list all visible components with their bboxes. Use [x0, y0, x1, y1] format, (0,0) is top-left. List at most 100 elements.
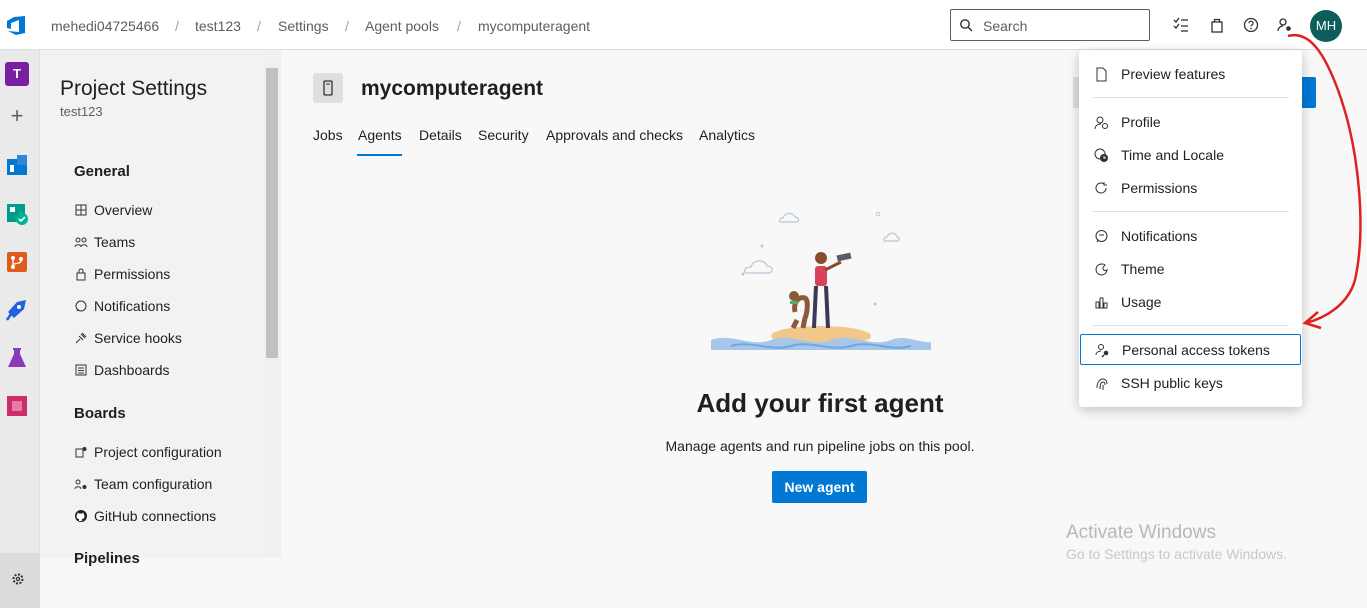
breadcrumb-agent-pools[interactable]: Agent pools [365, 18, 439, 34]
nav-item-label: GitHub connections [94, 508, 217, 524]
pipelines-icon[interactable] [5, 298, 29, 322]
breadcrumb-settings[interactable]: Settings [278, 18, 329, 34]
nav-group-pipelines: Pipelines [74, 550, 140, 567]
gear-icon [12, 573, 24, 585]
menu-item-theme[interactable]: Theme [1079, 254, 1302, 284]
nav-item-label: Overview [94, 202, 153, 218]
menu-divider [1093, 97, 1289, 98]
overview-icon[interactable] [5, 153, 29, 177]
agent-pool-icon [313, 73, 343, 103]
team-config-icon [74, 479, 87, 490]
menu-item-label: Personal access tokens [1122, 342, 1270, 358]
tab-jobs[interactable]: Jobs [313, 127, 343, 143]
azure-devops-logo-icon[interactable] [5, 14, 27, 36]
settings-nav: Project Settings test123 General Overvie… [40, 50, 264, 567]
config-icon [75, 447, 87, 458]
new-agent-header-button[interactable] [1301, 77, 1316, 108]
nav-group-boards: Boards [74, 405, 126, 422]
menu-item-label: Permissions [1121, 180, 1198, 196]
empty-state-illustration [711, 211, 931, 350]
new-agent-button[interactable]: New agent [772, 471, 867, 503]
tab-details[interactable]: Details [419, 127, 462, 143]
active-tab-indicator [357, 154, 402, 156]
project-settings-rail-button[interactable] [0, 553, 40, 608]
marketplace-bag-icon[interactable] [1208, 16, 1226, 34]
nav-item-github-connections[interactable]: GitHub connections [74, 506, 216, 526]
refresh-icon [1095, 182, 1107, 194]
menu-item-usage[interactable]: Usage [1079, 287, 1302, 317]
nav-item-permissions[interactable]: Permissions [74, 264, 170, 284]
nav-group-general: General [74, 163, 130, 180]
search-placeholder: Search [983, 18, 1028, 34]
menu-item-time-and-locale[interactable]: Time and Locale [1079, 140, 1302, 170]
menu-item-preview-features[interactable]: Preview features [1079, 59, 1302, 89]
user-settings-icon[interactable] [1276, 16, 1294, 34]
nav-item-service-hooks[interactable]: Service hooks [74, 328, 182, 348]
breadcrumb-separator: / [345, 18, 349, 34]
nav-item-label: Project configuration [94, 444, 222, 460]
project-badge[interactable]: T [5, 62, 29, 86]
add-icon[interactable]: + [5, 105, 29, 129]
menu-item-label: Preview features [1121, 66, 1226, 82]
nav-item-dashboards[interactable]: Dashboards [74, 360, 170, 380]
nav-item-overview[interactable]: Overview [74, 200, 152, 220]
page-title: Project Settings [60, 77, 208, 100]
tab-agents[interactable]: Agents [358, 127, 402, 143]
fingerprint-key-icon [1096, 378, 1108, 390]
breadcrumb-separator: / [175, 18, 179, 34]
avatar[interactable]: MH [1310, 10, 1342, 42]
nav-item-notifications[interactable]: Notifications [74, 296, 170, 316]
github-icon [75, 510, 87, 522]
menu-item-label: SSH public keys [1121, 375, 1223, 391]
boards-icon[interactable] [5, 202, 29, 226]
menu-divider [1093, 325, 1289, 326]
test-plans-icon[interactable] [5, 346, 29, 370]
top-bar: mehedi04725466 / test123 / Settings / Ag… [0, 0, 1367, 50]
task-list-icon[interactable] [1172, 16, 1190, 34]
clock-globe-icon [1094, 148, 1108, 162]
nav-item-label: Dashboards [94, 362, 170, 378]
repos-icon[interactable] [5, 250, 29, 274]
nav-item-label: Permissions [94, 266, 171, 282]
tab-approvals-and-checks[interactable]: Approvals and checks [546, 127, 683, 143]
lock-icon [76, 268, 86, 281]
menu-item-notifications[interactable]: Notifications [1079, 221, 1302, 251]
plug-icon [75, 332, 87, 344]
agent-pool-title: mycomputeragent [361, 77, 544, 100]
menu-item-label: Usage [1121, 294, 1162, 310]
breadcrumb-org[interactable]: mehedi04725466 [51, 18, 159, 34]
nav-item-project-configuration[interactable]: Project configuration [74, 442, 222, 462]
search-icon [960, 19, 973, 32]
tab-security[interactable]: Security [478, 127, 529, 143]
menu-item-ssh-public-keys[interactable]: SSH public keys [1079, 368, 1302, 398]
search-box[interactable]: Search [950, 9, 1150, 41]
teams-icon [74, 237, 88, 248]
menu-divider [1093, 211, 1289, 212]
document-icon [1096, 67, 1107, 82]
left-rail: T + [0, 50, 40, 608]
menu-item-profile[interactable]: Profile [1079, 107, 1302, 137]
tab-analytics[interactable]: Analytics [699, 127, 755, 143]
nav-item-label: Notifications [94, 298, 171, 314]
menu-item-personal-access-tokens[interactable]: Personal access tokens [1080, 334, 1301, 365]
breadcrumb-project[interactable]: test123 [195, 18, 241, 34]
menu-item-label: Theme [1121, 261, 1165, 277]
chat-icon [1095, 230, 1108, 243]
user-settings-menu: Preview features Profile Time and Locale… [1079, 50, 1302, 407]
breadcrumb-pool[interactable]: mycomputeragent [478, 18, 590, 34]
artifacts-icon[interactable] [5, 394, 29, 418]
theme-icon [1095, 263, 1108, 276]
menu-item-label: Notifications [1121, 228, 1198, 244]
dashboard-icon [75, 364, 87, 376]
help-icon[interactable] [1242, 16, 1260, 34]
nav-item-teams[interactable]: Teams [74, 232, 135, 252]
scrollbar-thumb[interactable] [266, 68, 278, 358]
nav-item-team-configuration[interactable]: Team configuration [74, 474, 212, 494]
nav-item-label: Team configuration [94, 476, 213, 492]
activate-windows-watermark: Activate Windows [1066, 522, 1216, 543]
nav-scrollbar[interactable] [264, 50, 281, 558]
profile-icon [1094, 116, 1108, 130]
empty-state-description: Manage agents and run pipeline jobs on t… [665, 438, 975, 454]
overview-icon [75, 204, 87, 216]
menu-item-permissions[interactable]: Permissions [1079, 173, 1302, 203]
